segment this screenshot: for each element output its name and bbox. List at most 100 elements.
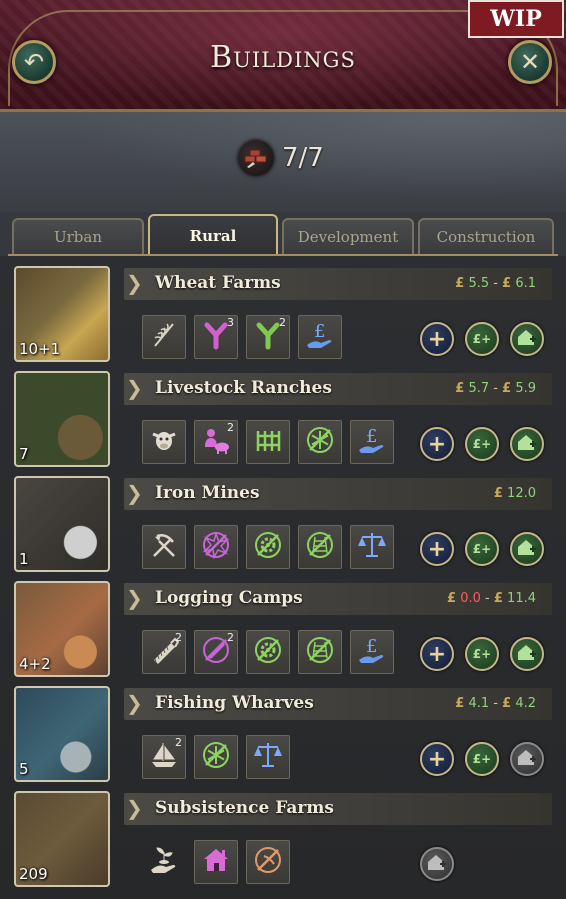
refrigeration-icon (304, 424, 336, 460)
chevron-right-icon: ❯ (126, 796, 143, 820)
expand-building-button[interactable]: + (420, 532, 454, 566)
ownership-pound-hand-icon: £ (356, 424, 388, 460)
production-method-tile[interactable] (246, 420, 290, 464)
option-count-badge: 3 (227, 316, 234, 329)
tab-urban[interactable]: Urban (12, 218, 144, 254)
building-name-bar[interactable]: ❯ Livestock Ranches £ 5.7 - £ 5.9 (124, 373, 552, 405)
building-row: 1 ❯ Iron Mines £ 12.0 + £+ (0, 466, 566, 572)
building-name-bar[interactable]: ❯ Wheat Farms £ 5.5 - £ 6.1 (124, 268, 552, 300)
production-method-tile[interactable] (298, 630, 342, 674)
building-thumbnail[interactable]: 209 (14, 791, 110, 887)
build-in-state-button[interactable] (510, 427, 544, 461)
scales-icon (252, 739, 284, 775)
fence-icon (253, 425, 283, 459)
production-method-tile[interactable] (142, 525, 186, 569)
building-actions: + £+ (420, 532, 544, 566)
production-method-tile[interactable] (350, 525, 394, 569)
plus-icon: + (427, 536, 447, 562)
option-count-badge: 2 (175, 736, 182, 749)
build-in-state-button[interactable] (420, 847, 454, 881)
production-method-tile[interactable] (142, 420, 186, 464)
close-button[interactable]: ✕ (508, 40, 552, 84)
wip-label: WIP (468, 0, 564, 38)
svg-text:£: £ (314, 321, 325, 342)
tab-rural[interactable]: Rural (148, 214, 278, 256)
svg-text:£: £ (366, 636, 377, 657)
production-methods: 2 2 £ (142, 630, 394, 674)
cottage-crafts-icon (252, 844, 284, 880)
building-name: Logging Camps (155, 588, 303, 608)
building-name-bar[interactable]: ❯ Subsistence Farms (124, 793, 552, 825)
production-method-tile[interactable] (298, 525, 342, 569)
production-method-tile[interactable] (142, 315, 186, 359)
bricks-icon (238, 140, 274, 176)
building-actions: + £+ (420, 742, 544, 776)
pound-plus-icon: £+ (472, 752, 492, 766)
building-thumbnail[interactable]: 4+2 (14, 581, 110, 677)
production-method-tile[interactable] (194, 735, 238, 779)
production-method-tile[interactable]: £ (298, 315, 342, 359)
production-method-tile[interactable]: £ (350, 420, 394, 464)
buildings-list[interactable]: 10+1 ❯ Wheat Farms £ 5.5 - £ 6.1 3 2 £ + £+ 7 ❯ Liv… (0, 256, 566, 899)
building-level: 209 (19, 865, 48, 883)
ownership-pound-hand-icon: £ (304, 319, 336, 355)
building-actions: + £+ (420, 427, 544, 461)
building-actions: + £+ (420, 322, 544, 356)
production-method-tile[interactable] (246, 735, 290, 779)
tab-construction[interactable]: Construction (418, 218, 554, 254)
building-thumbnail[interactable]: 10+1 (14, 266, 110, 362)
building-thumbnail[interactable]: 1 (14, 476, 110, 572)
expand-building-button[interactable]: + (420, 637, 454, 671)
production-methods (142, 525, 394, 569)
production-method-tile[interactable]: £ (350, 630, 394, 674)
building-thumbnail[interactable]: 5 (14, 686, 110, 782)
building-name-bar[interactable]: ❯ Logging Camps £ 0.0 - £ 11.4 (124, 583, 552, 615)
build-in-state-button[interactable] (510, 322, 544, 356)
production-method-tile[interactable]: 2 (194, 630, 238, 674)
production-method-tile[interactable] (194, 525, 238, 569)
currency-icon: £ (455, 696, 465, 711)
expand-building-button[interactable]: + (420, 742, 454, 776)
production-method-tile[interactable] (246, 840, 290, 884)
production-method-tile[interactable]: 2 (194, 420, 238, 464)
production-method-tile[interactable] (246, 630, 290, 674)
production-method-tile[interactable]: 3 (194, 315, 238, 359)
subsidize-button[interactable]: £+ (465, 322, 499, 356)
building-name: Fishing Wharves (155, 693, 314, 713)
construction-slots-value: 7/7 (282, 143, 324, 173)
explosives-icon (200, 529, 232, 565)
tab-development[interactable]: Development (282, 218, 414, 254)
expand-building-button[interactable]: + (420, 427, 454, 461)
cottage-icon (200, 844, 232, 880)
back-arrow-icon: ↶ (23, 48, 45, 76)
production-method-tile[interactable] (298, 420, 342, 464)
build-in-state-button[interactable] (510, 742, 544, 776)
subsidize-button[interactable]: £+ (465, 637, 499, 671)
subsidize-button[interactable]: £+ (465, 742, 499, 776)
building-name-bar[interactable]: ❯ Iron Mines £ 12.0 (124, 478, 552, 510)
production-method-tile[interactable] (246, 525, 290, 569)
expand-building-button[interactable]: + (420, 322, 454, 356)
production-method-tile[interactable]: 2 (142, 630, 186, 674)
production-method-tile[interactable]: 2 (142, 735, 186, 779)
building-row: 5 ❯ Fishing Wharves £ 4.1 - £ 4.2 2 + £+ (0, 676, 566, 782)
building-name-bar[interactable]: ❯ Fishing Wharves £ 4.1 - £ 4.2 (124, 688, 552, 720)
back-button[interactable]: ↶ (12, 40, 56, 84)
plus-icon: + (427, 326, 447, 352)
production-method-tile[interactable]: 2 (246, 315, 290, 359)
refrigeration-icon (200, 739, 232, 775)
income-range: £ 5.5 - £ 6.1 (455, 276, 536, 291)
building-thumbnail[interactable]: 7 (14, 371, 110, 467)
steam-gear-icon (252, 634, 284, 670)
scales-icon (356, 529, 388, 565)
income-range: £ 0.0 - £ 11.4 (447, 591, 536, 606)
home-plus-icon (517, 643, 537, 665)
subsidize-button[interactable]: £+ (465, 532, 499, 566)
production-method-tile[interactable] (194, 840, 238, 884)
build-in-state-button[interactable] (510, 637, 544, 671)
build-in-state-button[interactable] (510, 532, 544, 566)
income-high: 5.9 (515, 381, 536, 396)
steam-gear-icon (252, 529, 284, 565)
subsidize-button[interactable]: £+ (465, 427, 499, 461)
production-method-tile[interactable] (142, 840, 186, 884)
